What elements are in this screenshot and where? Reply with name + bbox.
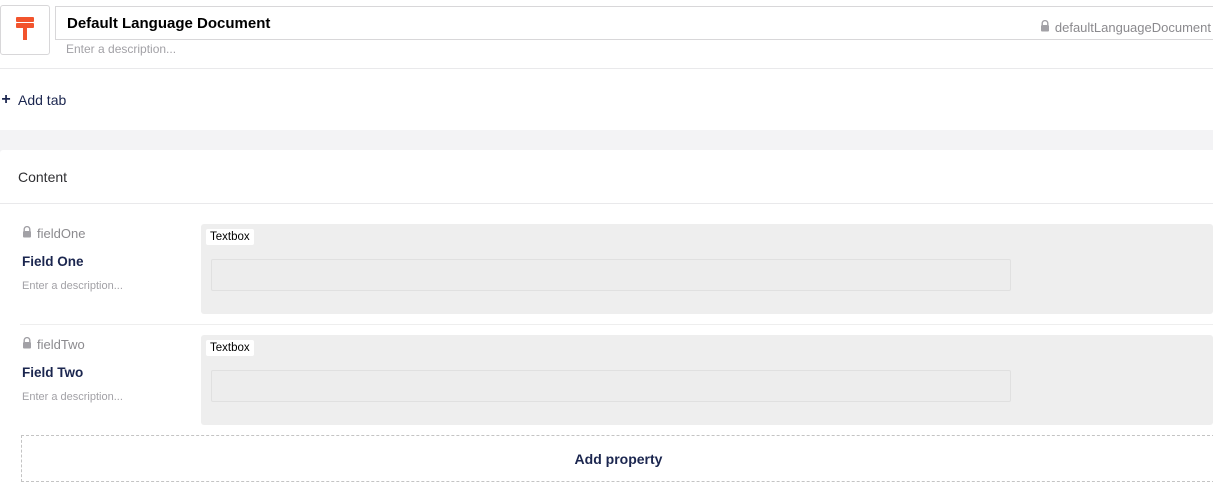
property-alias-text: fieldOne: [37, 226, 86, 241]
alias-field[interactable]: defaultLanguageDocument: [1040, 19, 1211, 35]
icon-picker-button[interactable]: [0, 5, 50, 55]
property-description[interactable]: Enter a description...: [22, 280, 123, 292]
property-alias-text: fieldTwo: [37, 337, 85, 352]
lock-icon: [22, 336, 32, 352]
property-label[interactable]: Field Two: [22, 365, 83, 380]
property-label[interactable]: Field One: [22, 254, 84, 269]
property-row-fieldtwo[interactable]: fieldTwo Field Two Enter a description..…: [0, 335, 1213, 425]
property-row-fieldone[interactable]: fieldOne Field One Enter a description..…: [0, 224, 1213, 324]
property-editor-preview[interactable]: Textbox: [201, 335, 1213, 425]
add-tab-label: Add tab: [18, 92, 67, 108]
property-divider: [20, 324, 1213, 325]
plus-icon: +: [1, 91, 11, 108]
lock-icon: [22, 225, 32, 241]
document-type-name: Default Language Document: [67, 14, 271, 32]
property-description[interactable]: Enter a description...: [22, 391, 123, 403]
lock-icon: [1040, 19, 1050, 35]
editor-type-tag: Textbox: [206, 340, 254, 356]
editor-type-tag: Textbox: [206, 229, 254, 245]
add-tab-button[interactable]: + Add tab: [0, 89, 66, 111]
add-property-button[interactable]: Add property: [21, 435, 1213, 482]
alias-text: defaultLanguageDocument: [1054, 20, 1211, 35]
property-editor-preview[interactable]: Textbox: [201, 224, 1213, 314]
textbox-preview: [211, 370, 1011, 402]
document-type-header: Default Language Document defaultLanguag…: [0, 0, 1213, 69]
document-description-input[interactable]: Enter a description...: [66, 42, 176, 56]
group-title[interactable]: Content: [0, 150, 1213, 204]
property-alias[interactable]: fieldTwo: [22, 336, 85, 352]
document-type-name-input[interactable]: Default Language Document defaultLanguag…: [55, 6, 1213, 40]
property-alias[interactable]: fieldOne: [22, 225, 86, 241]
document-icon: [15, 15, 35, 46]
textbox-preview: [211, 259, 1011, 291]
